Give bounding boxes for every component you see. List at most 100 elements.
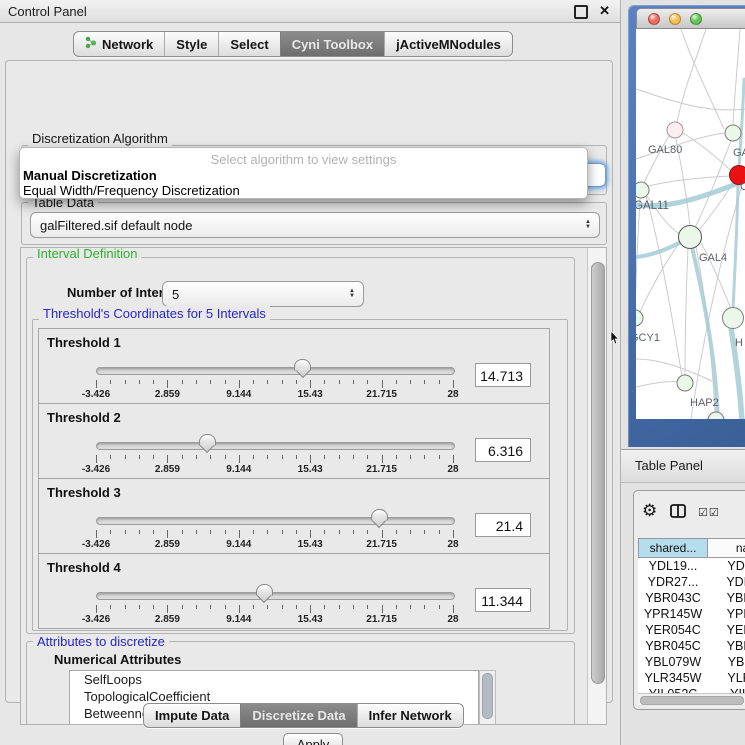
scale-label: 21.715: [366, 539, 397, 550]
slider-thumb[interactable]: [199, 434, 216, 446]
slider-thumb[interactable]: [256, 584, 273, 596]
node-gal11[interactable]: [636, 182, 649, 198]
node-gal80[interactable]: [667, 122, 683, 138]
tab-label: Select: [230, 37, 268, 52]
tick-mark: [296, 530, 297, 534]
table-cell: YBR043C: [638, 590, 708, 606]
columns-icon[interactable]: [670, 504, 686, 523]
tab-select[interactable]: Select: [218, 32, 279, 56]
network-canvas[interactable]: GAL80 GA C GAL11 GAL4 GCY1 H HAP2: [636, 29, 745, 419]
mouse-cursor: [610, 331, 620, 350]
slider-thumb[interactable]: [371, 509, 388, 521]
tick-mark: [453, 605, 454, 613]
slider-track[interactable]: [96, 517, 455, 525]
settings-scrollbar[interactable]: [587, 248, 607, 724]
network-view-window: GAL80 GA C GAL11 GAL4 GCY1 H HAP2: [628, 5, 745, 447]
tick-mark: [396, 380, 397, 384]
network-icon: [85, 36, 97, 52]
close-icon[interactable]: ✕: [599, 3, 610, 19]
tab-style[interactable]: Style: [164, 32, 218, 56]
tab-discretize-data[interactable]: Discretize Data: [240, 704, 356, 727]
tick-mark: [296, 455, 297, 459]
tick-mark: [225, 605, 226, 609]
num-intervals-combobox[interactable]: 5 ▲▼: [162, 281, 364, 307]
dropdown-option-manual[interactable]: Manual Discretization: [23, 168, 157, 183]
tick-mark: [382, 380, 383, 388]
slider-track[interactable]: [96, 367, 455, 375]
tab-impute-data[interactable]: Impute Data: [144, 704, 240, 727]
threshold-block: Threshold 4 -3.4262.8599.14415.4321.7152…: [38, 553, 550, 629]
node[interactable]: [723, 308, 744, 329]
node[interactable]: [725, 125, 741, 141]
slider-scale-labels: -3.4262.8599.14415.4321.71528: [96, 539, 453, 551]
table-row[interactable]: YPR145WYPR1: [638, 606, 745, 622]
tab-jactivemnodules[interactable]: jActiveMNodules: [384, 32, 512, 56]
node-gal4[interactable]: [679, 226, 702, 249]
table-row[interactable]: YBR043CYBR0: [638, 590, 745, 606]
threshold-label: Threshold 2: [47, 410, 121, 425]
scrollbar-thumb[interactable]: [482, 673, 493, 719]
slider-thumb[interactable]: [294, 359, 311, 371]
node-hap2[interactable]: [677, 375, 693, 391]
tick-mark: [367, 530, 368, 534]
slider-scale-labels: -3.4262.8599.14415.4321.71528: [96, 614, 453, 626]
slider-track[interactable]: [96, 592, 455, 600]
tab-label: Discretize Data: [252, 708, 345, 723]
table-row[interactable]: YDR27...YDR2: [638, 574, 745, 590]
tick-mark: [153, 455, 154, 459]
slider-scale-labels: -3.4262.8599.14415.4321.71528: [96, 389, 453, 401]
column-header-shared-name[interactable]: shared...: [638, 538, 708, 558]
close-traffic-light[interactable]: [648, 13, 660, 25]
tick-mark: [196, 530, 197, 534]
checkbox-icons[interactable]: ☑☑: [698, 506, 720, 519]
table-horizontal-scrollbar[interactable]: [638, 693, 745, 705]
combo-stepper-icon: ▲▼: [585, 220, 599, 230]
tick-mark: [424, 530, 425, 534]
zoom-traffic-light[interactable]: [690, 13, 702, 25]
column-header-name[interactable]: na: [708, 538, 745, 558]
tab-network[interactable]: Network: [74, 32, 164, 56]
table-cell: YIL052C: [638, 686, 708, 693]
gear-icon[interactable]: ⚙: [642, 501, 657, 521]
slider-track[interactable]: [96, 442, 455, 450]
node[interactable]: [708, 412, 724, 419]
float-window-icon[interactable]: [574, 5, 588, 19]
attribute-list-scrollbar[interactable]: [479, 670, 496, 725]
table-row[interactable]: YDL19...YDL1: [638, 558, 745, 574]
minimize-traffic-light[interactable]: [669, 13, 681, 25]
tab-label: Network: [102, 37, 153, 52]
table-data-combobox[interactable]: galFiltered.sif default node ▲▼: [30, 212, 600, 238]
threshold-value[interactable]: 6.316: [475, 438, 531, 462]
tick-mark: [167, 605, 168, 613]
table-row[interactable]: YBL079WYBL0: [638, 654, 745, 670]
tab-cyni-toolbox[interactable]: Cyni Toolbox: [280, 32, 384, 56]
scale-label: 15.43: [298, 539, 323, 550]
tick-mark: [110, 605, 111, 609]
table-row[interactable]: YBR045CYBR0: [638, 638, 745, 654]
table-row[interactable]: YLR345WYLR3: [638, 670, 745, 686]
table-row[interactable]: YIL052CYIL0: [638, 686, 745, 693]
tick-mark: [282, 455, 283, 459]
apply-button[interactable]: Apply: [283, 733, 343, 745]
table-row[interactable]: YER054CYER0: [638, 622, 745, 638]
threshold-value[interactable]: 11.344: [475, 588, 531, 612]
attribute-item[interactable]: SelfLoops: [70, 671, 478, 688]
scrollbar-thumb[interactable]: [591, 262, 605, 684]
threshold-value[interactable]: 14.713: [475, 363, 531, 387]
node-gcy1[interactable]: [636, 310, 643, 326]
table-cell: YBR0: [708, 590, 745, 606]
table-cell: YBL079W: [638, 654, 708, 670]
tick-mark: [167, 380, 168, 388]
tick-mark: [339, 455, 340, 459]
scrollbar-thumb[interactable]: [640, 696, 744, 705]
dropdown-option-equal-width[interactable]: Equal Width/Frequency Discretization: [23, 183, 240, 198]
slider-scale: [96, 530, 453, 539]
tick-mark: [225, 455, 226, 459]
tab-infer-network[interactable]: Infer Network: [357, 704, 463, 727]
threshold-value[interactable]: 21.4: [475, 513, 531, 537]
tick-mark: [196, 455, 197, 459]
tick-mark: [139, 380, 140, 384]
tick-mark: [210, 605, 211, 609]
tick-mark: [382, 455, 383, 463]
tick-mark: [153, 530, 154, 534]
